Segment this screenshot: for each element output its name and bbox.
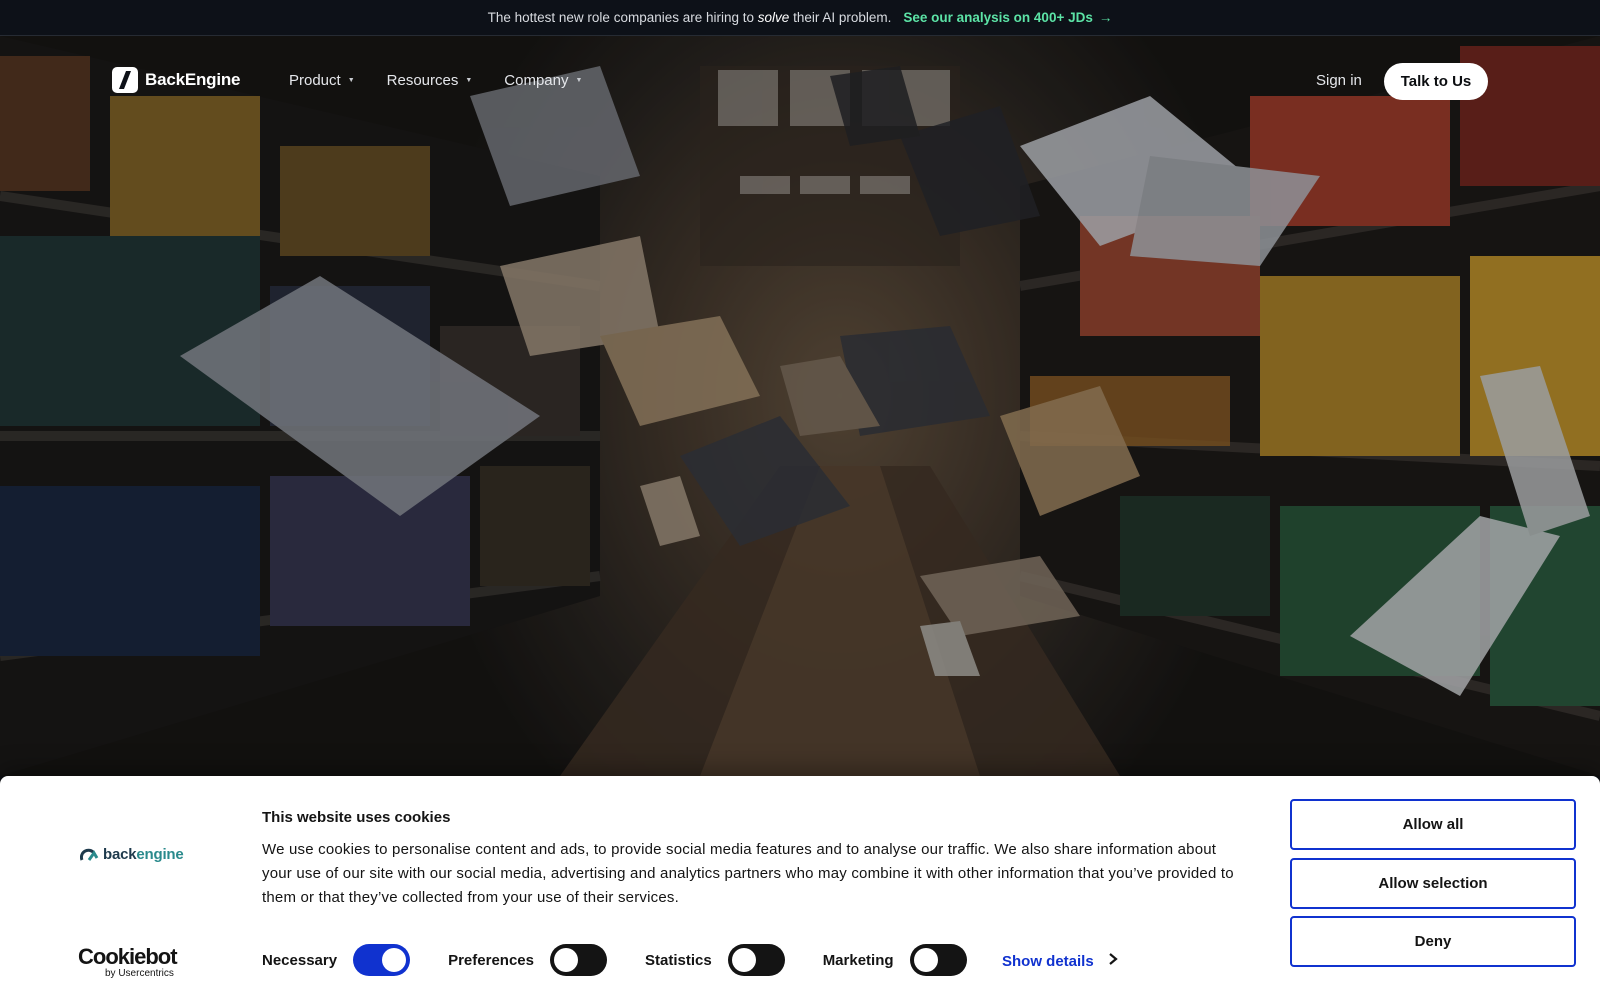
caret-down-icon: ▼ (575, 77, 583, 84)
slash-logo-icon (112, 67, 138, 93)
allow-selection-button[interactable]: Allow selection (1290, 858, 1576, 909)
toggle-necessary-group: Necessary (262, 944, 411, 976)
cookiebot-logo[interactable]: Cookiebot by Usercentrics (78, 946, 178, 980)
toggle-knob (731, 948, 756, 972)
announcement-text: The hottest new role companies are hirin… (487, 10, 892, 25)
toggle-knob (382, 948, 407, 972)
chevron-right-icon (1108, 952, 1118, 971)
toggle-statistics-group: Statistics (645, 944, 785, 976)
announcement-bar: The hottest new role companies are hirin… (0, 0, 1600, 36)
cookie-banner: backengine Cookiebot by Usercentrics Thi… (0, 776, 1600, 1000)
toggle-knob (913, 948, 938, 972)
toggle-marketing-group: Marketing (823, 944, 967, 976)
consent-toggles: Necessary Preferences Statistics Marketi… (262, 944, 1005, 976)
announcement-link[interactable]: See our analysis on 400+ JDs → (903, 10, 1112, 25)
menu-item-resources[interactable]: Resources ▼ (387, 72, 473, 89)
caret-down-icon: ▼ (347, 77, 355, 84)
caret-down-icon: ▼ (465, 77, 473, 84)
top-nav: BackEngine Product ▼ Resources ▼ Company ▼ … (0, 36, 1600, 126)
menu-item-product[interactable]: Product ▼ (289, 72, 355, 89)
arrow-right-icon: → (1098, 10, 1113, 25)
talk-to-us-button[interactable]: Talk to Us (1384, 63, 1488, 100)
sign-in-link[interactable]: Sign in (1316, 72, 1362, 89)
toggle-marketing[interactable] (909, 944, 967, 976)
backengine-logo: backengine (80, 846, 184, 863)
announcement-italic: solve (757, 10, 790, 25)
cookie-description: We use cookies to personalise content an… (262, 841, 1234, 906)
menu-item-company[interactable]: Company ▼ (504, 72, 582, 89)
toggle-preferences[interactable] (549, 944, 607, 976)
toggle-preferences-group: Preferences (448, 944, 607, 976)
backengine-mark-icon (80, 848, 99, 861)
deny-button[interactable]: Deny (1290, 916, 1576, 967)
hero-background (0, 36, 1600, 776)
toggle-knob (553, 948, 578, 972)
brand-name: BackEngine (145, 70, 241, 89)
show-details-link[interactable]: Show details (1002, 952, 1118, 971)
main-menu: Product ▼ Resources ▼ Company ▼ (289, 72, 614, 89)
allow-all-button[interactable]: Allow all (1290, 799, 1576, 850)
toggle-necessary[interactable] (353, 944, 411, 976)
toggle-statistics[interactable] (727, 944, 785, 976)
cookie-title: This website uses cookies (262, 809, 451, 826)
brand-logo[interactable]: BackEngine (112, 67, 241, 93)
